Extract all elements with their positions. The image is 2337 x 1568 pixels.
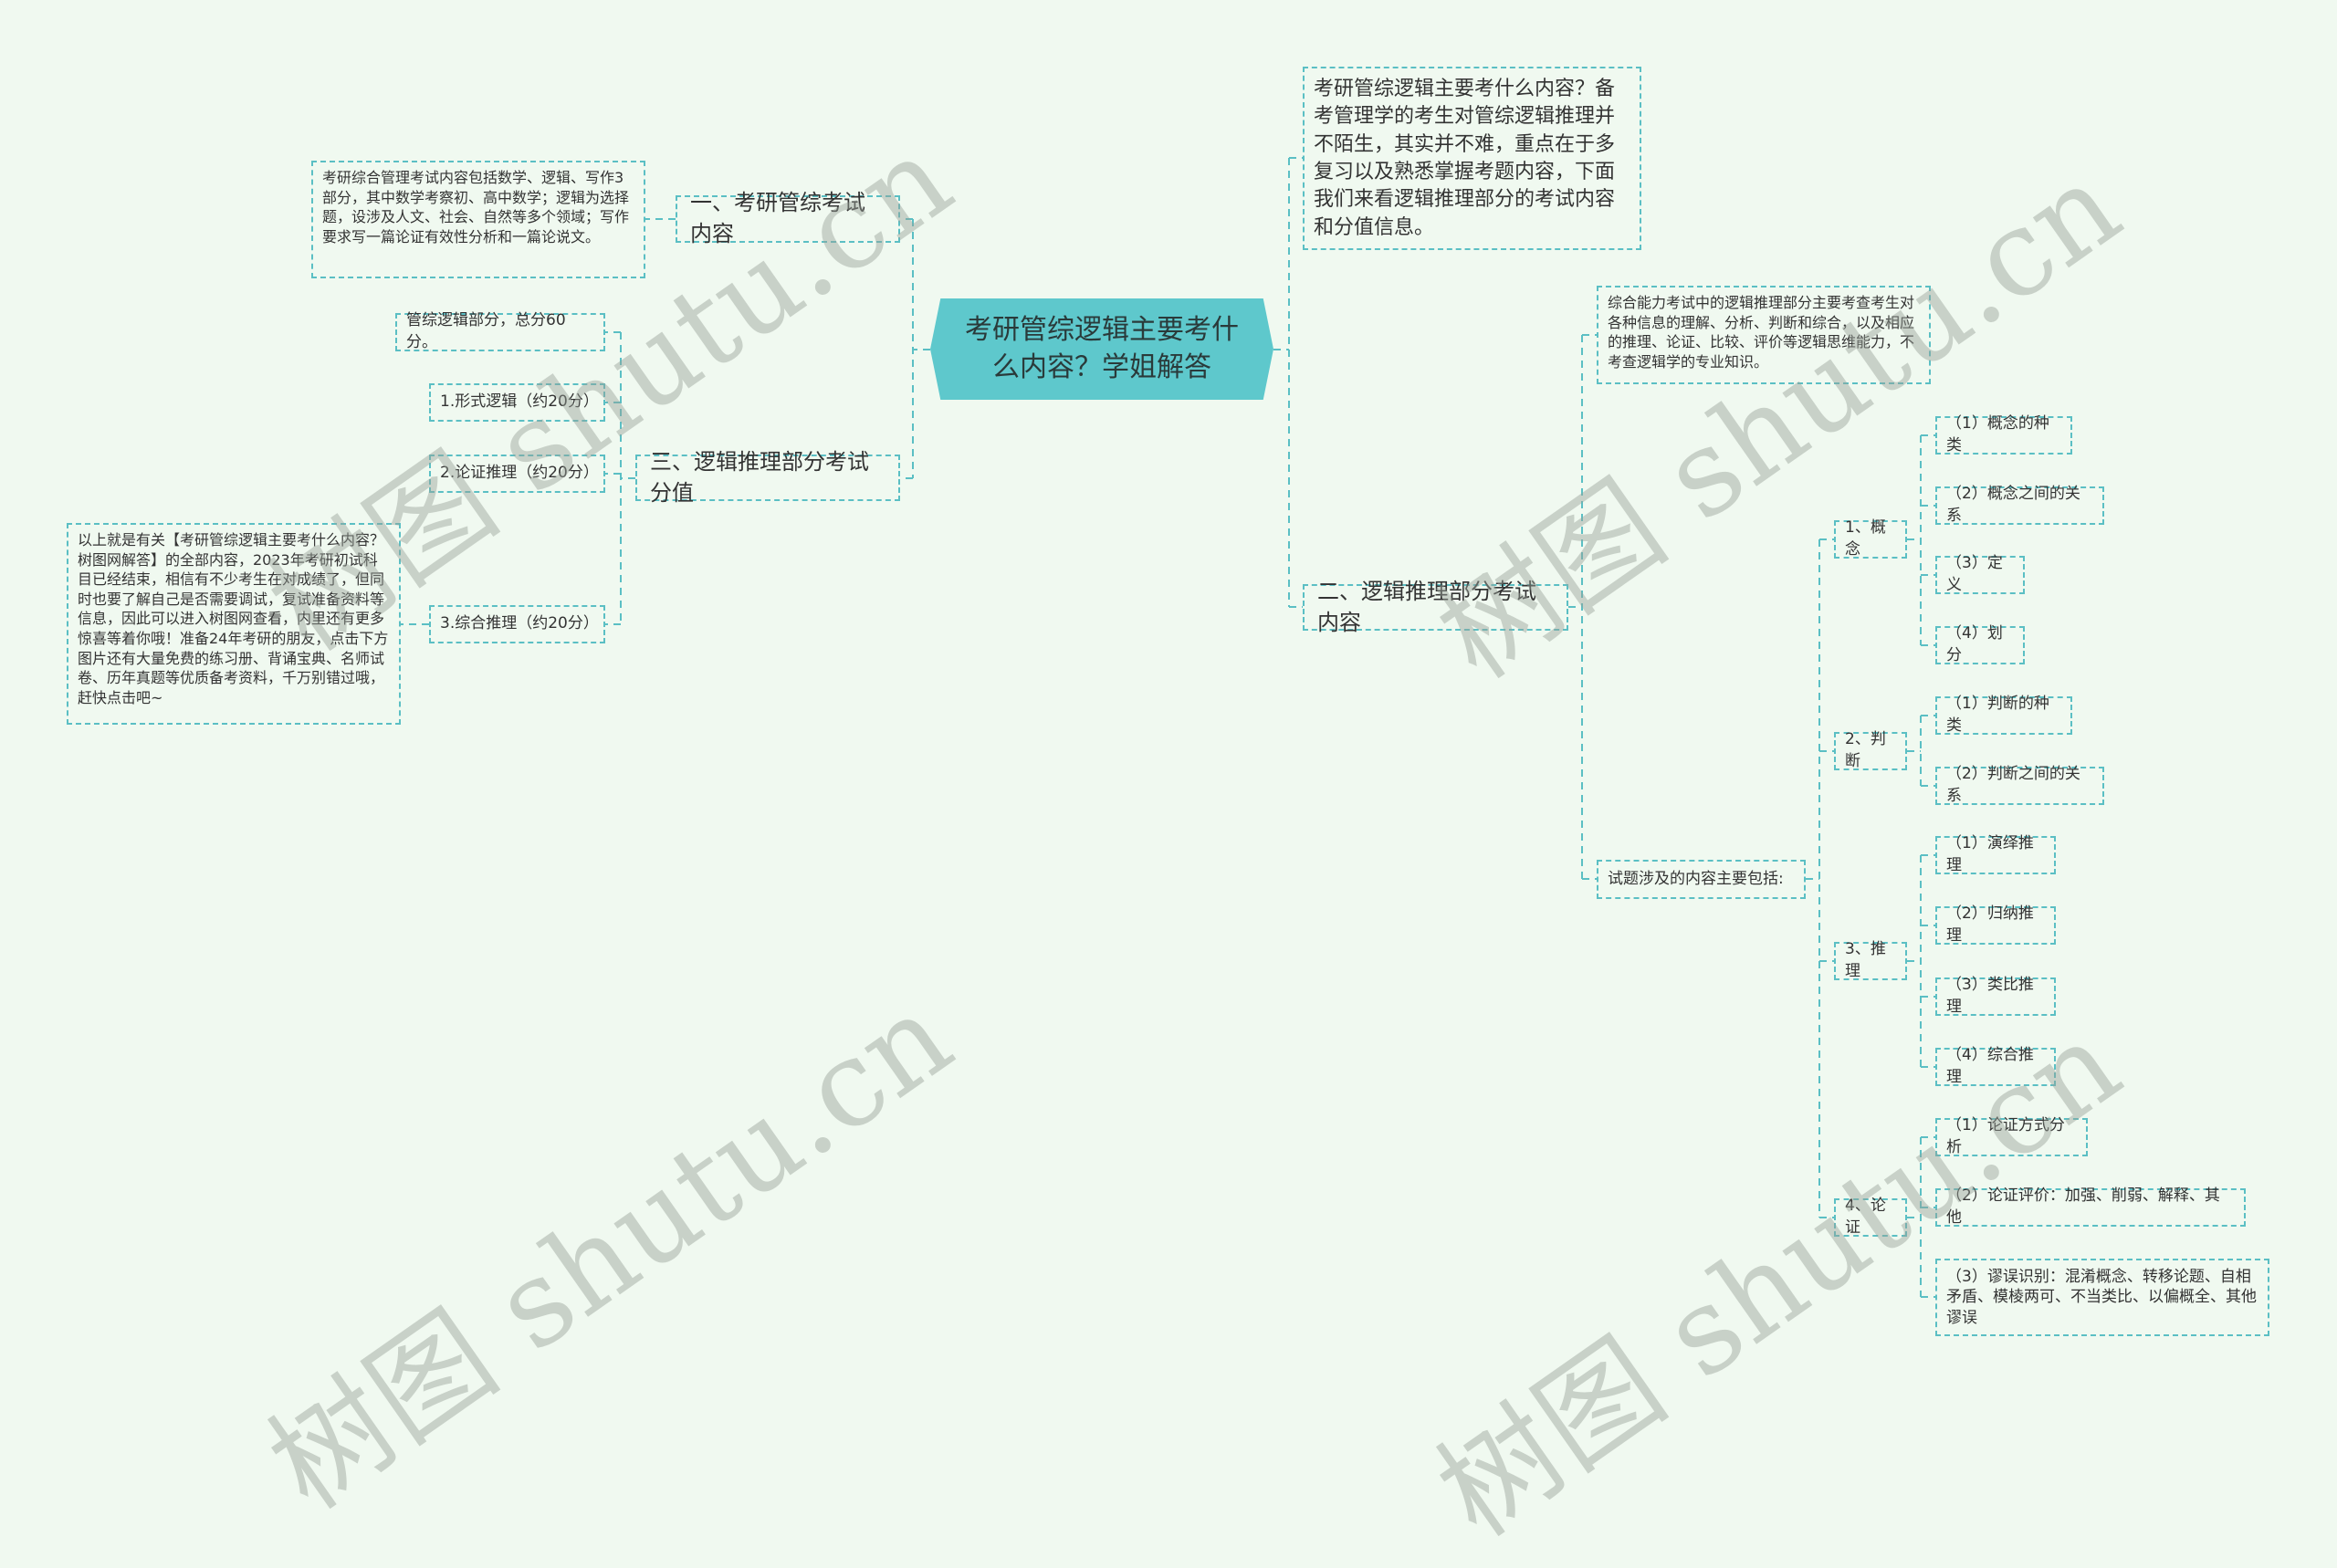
topic-label: 4、论证 [1845,1197,1886,1237]
score-item-label: 1.形式逻辑（约20分） [440,392,599,412]
central-topic[interactable]: 考研管综逻辑主要考什么内容？学姐解答 [930,298,1273,400]
subtopic-item[interactable]: （3）类比推理 [1935,976,2056,1016]
subtopic-item[interactable]: （3）谬误识别：混淆概念、转移论题、自相矛盾、模棱两可、不当类比、以偏概全、其他… [1935,1259,2269,1336]
subtopic-label: （2）判断之间的关系 [1946,765,2080,805]
subtopic-label: （1）论证方式分析 [1946,1116,2065,1156]
subtopic-label: （1）演绎推理 [1946,834,2034,874]
topic-label: 2、判断 [1845,730,1886,770]
topic-label: 3、推理 [1845,940,1886,980]
branch-score-values-label: 三、逻辑推理部分考试分值 [650,448,869,506]
subtopic-label: （1）概念的种类 [1946,414,2049,455]
score-item[interactable]: 3.综合推理（约20分） [429,605,605,643]
score-item[interactable]: 1.形式逻辑（约20分） [429,383,605,422]
subtopic-label: （3）谬误识别：混淆概念、转移论题、自相矛盾、模棱两可、不当类比、以偏概全、其他… [1946,1268,2257,1327]
subtopic-label: （2）归纳推理 [1946,904,2034,945]
subtopic-item[interactable]: （1）判断的种类 [1935,695,2072,735]
subtopic-label: （3）类比推理 [1946,976,2034,1016]
topic-judgment[interactable]: 2、判断 [1834,730,1907,770]
subtopic-label: （1）判断的种类 [1946,695,2049,735]
subtopic-item[interactable]: （2）判断之间的关系 [1935,765,2104,805]
subtopic-label: （4）划分 [1946,624,2003,664]
exam-content-detail[interactable]: 考研综合管理考试内容包括数学、逻辑、写作3部分，其中数学考察初、高中数学；逻辑为… [311,161,645,278]
subtopic-item[interactable]: （2）归纳推理 [1935,904,2056,945]
score-item-label: 3.综合推理（约20分） [440,614,599,633]
content-includes-label: 试题涉及的内容主要包括: [1608,869,1784,888]
central-topic-label: 考研管综逻辑主要考什么内容？学姐解答 [965,314,1239,383]
subtopic-item[interactable]: （2）论证评价：加强、削弱、解释、其他 [1935,1186,2246,1227]
logic-content-detail-text: 综合能力考试中的逻辑推理部分主要考查考生对各种信息的理解、分析、判断和综合，以及… [1608,294,1915,371]
branch-logic-content-label: 二、逻辑推理部分考试内容 [1317,578,1536,635]
topic-reasoning[interactable]: 3、推理 [1834,940,1907,980]
score-item-label: 2.论证推理（约20分） [440,464,599,483]
subtopic-label: （2）论证评价：加强、削弱、解释、其他 [1946,1186,2220,1227]
branch-logic-content[interactable]: 二、逻辑推理部分考试内容 [1303,579,1568,635]
content-includes-node[interactable]: 试题涉及的内容主要包括: [1597,860,1806,899]
topic-argument[interactable]: 4、论证 [1834,1197,1907,1237]
logic-content-detail[interactable]: 综合能力考试中的逻辑推理部分主要考查考生对各种信息的理解、分析、判断和综合，以及… [1597,286,1931,384]
branch-exam-content-label: 一、考研管综考试内容 [690,190,865,246]
subtopic-item[interactable]: （2）概念之间的关系 [1935,485,2104,525]
exam-content-detail-text: 考研综合管理考试内容包括数学、逻辑、写作3部分，其中数学考察初、高中数学；逻辑为… [322,169,630,246]
subtopic-item[interactable]: （3）定义 [1935,554,2025,594]
summary-note[interactable]: 以上就是有关【考研管综逻辑主要考什么内容？树图网解答】的全部内容，2023年考研… [67,523,401,725]
subtopic-item[interactable]: （4）综合推理 [1935,1046,2056,1086]
score-item-label: 管综逻辑部分，总分60分。 [406,311,566,351]
topic-label: 1、概念 [1845,518,1886,559]
subtopic-label: （4）综合推理 [1946,1046,2034,1086]
subtopic-label: （3）定义 [1946,554,2003,594]
branch-exam-content[interactable]: 一、考研管综考试内容 [676,190,900,246]
intro-note[interactable]: 考研管综逻辑主要考什么内容？备考管理学的考生对管综逻辑推理并不陌生，其实并不难，… [1303,67,1641,250]
subtopic-item[interactable]: （4）划分 [1935,624,2025,664]
subtopic-item[interactable]: （1）演绎推理 [1935,834,2056,874]
intro-note-text: 考研管综逻辑主要考什么内容？备考管理学的考生对管综逻辑推理并不陌生，其实并不难，… [1314,78,1616,239]
subtopic-label: （2）概念之间的关系 [1946,485,2080,525]
topic-concept[interactable]: 1、概念 [1834,518,1907,559]
score-item[interactable]: 管综逻辑部分，总分60分。 [395,311,605,351]
subtopic-item[interactable]: （1）论证方式分析 [1935,1116,2088,1156]
branch-score-values[interactable]: 三、逻辑推理部分考试分值 [635,449,900,506]
subtopic-item[interactable]: （1）概念的种类 [1935,414,2072,455]
summary-note-text: 以上就是有关【考研管综逻辑主要考什么内容？树图网解答】的全部内容，2023年考研… [78,531,389,706]
score-item[interactable]: 2.论证推理（约20分） [429,455,605,493]
